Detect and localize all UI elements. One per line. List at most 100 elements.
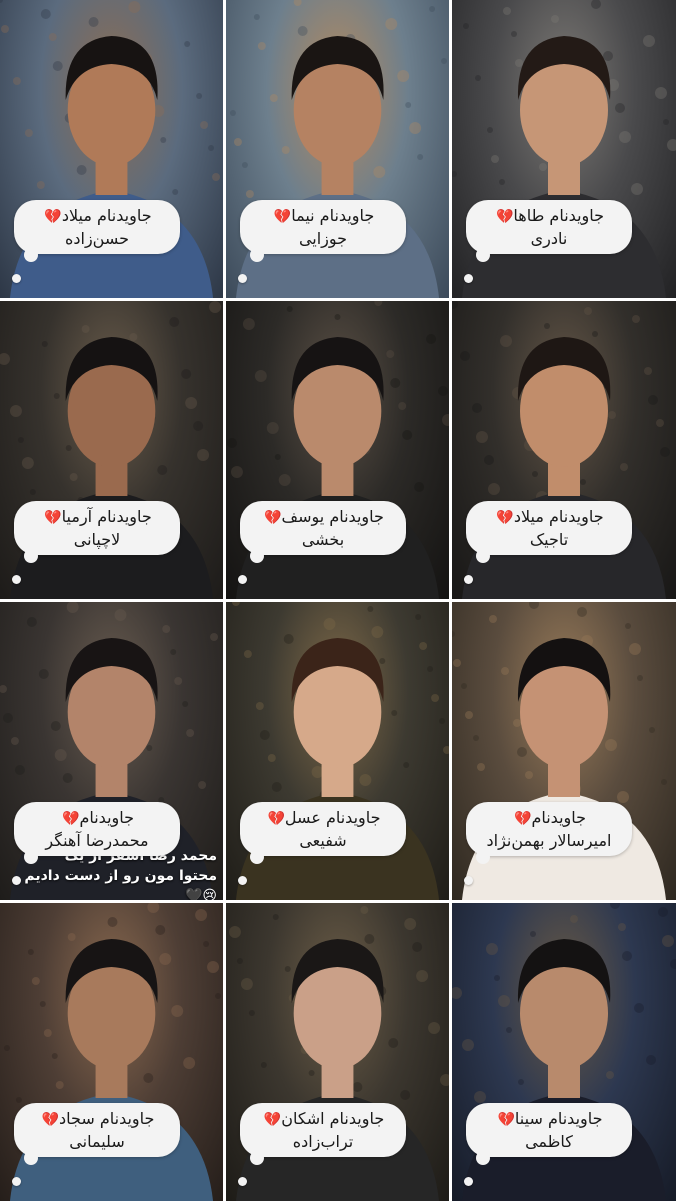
background-pattern-dot xyxy=(14,765,25,775)
background-pattern-dot xyxy=(658,907,668,917)
background-pattern-dot xyxy=(400,1090,411,1100)
background-pattern-dot xyxy=(398,402,407,410)
background-pattern-dot xyxy=(274,454,281,460)
grid-tile[interactable]: جاویدنام آرمیا💔 لاچپانی xyxy=(0,301,223,599)
background-pattern-dot xyxy=(81,325,90,333)
background-pattern-dot xyxy=(26,617,37,627)
broken-heart-icon: 💔 xyxy=(495,208,514,225)
background-pattern-dot xyxy=(391,710,398,716)
broken-heart-icon: 💔 xyxy=(44,208,62,225)
background-pattern-dot xyxy=(608,411,616,419)
background-pattern-dot xyxy=(24,129,33,137)
background-pattern-dot xyxy=(52,61,63,71)
background-pattern-dot xyxy=(610,903,620,909)
name-speech-bubble: جاویدنام یوسف💔 بخشی xyxy=(240,501,406,563)
background-pattern-dot xyxy=(240,978,253,990)
background-pattern-dot xyxy=(489,615,497,623)
bubble-line-2: محمدرضا آهنگر xyxy=(45,830,149,850)
broken-heart-icon: 💔 xyxy=(267,810,285,827)
background-pattern-dot xyxy=(462,1039,474,1051)
bubble-title: جاویدنام عسل xyxy=(284,807,381,827)
background-pattern-dot xyxy=(128,1,141,13)
background-pattern-dot xyxy=(186,729,195,737)
background-pattern-dot xyxy=(43,1029,52,1037)
background-pattern-dot xyxy=(388,1038,399,1048)
background-pattern-dot xyxy=(374,301,383,306)
background-pattern-dot xyxy=(577,607,587,617)
grid-tile[interactable]: جاویدنام طاها💔 نادری xyxy=(452,0,676,298)
background-pattern-dot xyxy=(452,301,458,309)
background-pattern-dot xyxy=(207,961,220,973)
bubble-tail-dot xyxy=(12,575,21,584)
name-speech-bubble: جاویدنام نیما💔 جوزایی xyxy=(240,200,406,262)
background-pattern-dot xyxy=(323,618,336,630)
background-pattern-dot xyxy=(646,1055,656,1065)
bubble-title: جاویدنام xyxy=(79,807,135,827)
background-pattern-dot xyxy=(114,609,127,621)
background-pattern-dot xyxy=(452,631,455,637)
grid-tile[interactable]: جاویدنام میلاد💔 حسن‌زاده xyxy=(0,0,223,298)
background-pattern-dot xyxy=(529,602,539,609)
background-pattern-dot xyxy=(55,1081,64,1089)
grid-tile[interactable]: جاویدنام اشکان💔 تراب‌زاده xyxy=(226,903,449,1201)
broken-heart-icon: 💔 xyxy=(514,810,532,827)
background-pattern-dot xyxy=(215,993,222,999)
background-pattern-dot xyxy=(517,747,527,757)
background-pattern-dot xyxy=(12,77,21,85)
grid-tile[interactable]: جاویدنام سجاد💔 سلیمانی xyxy=(0,903,223,1201)
background-pattern-dot xyxy=(143,1073,154,1083)
grid-tile[interactable]: جاویدنام💔 امیرسالار بهمن‌نژاد xyxy=(452,602,676,900)
background-pattern-dot xyxy=(663,119,669,125)
background-pattern-dot xyxy=(21,457,34,469)
bubble-title: جاویدنام میلاد xyxy=(61,205,152,225)
background-pattern-dot xyxy=(229,110,236,116)
background-pattern-dot xyxy=(452,171,457,177)
background-pattern-dot xyxy=(501,667,509,675)
bubble-line-1: جاویدنام میلاد💔 xyxy=(42,205,151,228)
background-pattern-dot xyxy=(539,163,547,171)
overlay-caption-line: محتوا مون رو از دست دادیم 😢🖤 xyxy=(24,868,217,900)
grid-tile[interactable]: جاویدنام یوسف💔 بخشی xyxy=(226,301,449,599)
background-pattern-dot xyxy=(530,931,536,937)
background-pattern-dot xyxy=(226,438,237,448)
bubble-line-2: شفیعی xyxy=(299,830,347,850)
background-pattern-dot xyxy=(494,975,500,981)
background-pattern-dot xyxy=(500,335,512,347)
background-pattern-dot xyxy=(670,959,676,969)
bubble-line-2: نادری xyxy=(530,228,568,248)
grid-tile[interactable]: جاویدنام عسل💔 شفیعی xyxy=(226,602,449,900)
grid-tile[interactable]: جاویدنام میلاد💔 تاجیک xyxy=(452,301,676,599)
bubble-line-2: امیرسالار بهمن‌نژاد xyxy=(486,830,612,850)
background-pattern-dot xyxy=(39,1001,46,1007)
background-pattern-dot xyxy=(0,353,10,365)
background-pattern-dot xyxy=(440,1074,449,1086)
bubble-tail-dot xyxy=(464,575,473,584)
background-pattern-dot xyxy=(241,162,248,168)
background-pattern-dot xyxy=(260,1062,267,1068)
background-pattern-dot xyxy=(283,634,294,644)
profile-grid: جاویدنام میلاد💔 حسن‌زاده جاویدنام نیما💔 جوز… xyxy=(0,0,676,1201)
background-pattern-dot xyxy=(615,103,625,113)
broken-heart-icon: 💔 xyxy=(497,1111,515,1128)
background-pattern-dot xyxy=(184,41,191,47)
grid-tile[interactable]: جاویدنام نیما💔 جوزایی xyxy=(226,0,449,298)
background-pattern-dot xyxy=(193,421,204,431)
grid-tile[interactable]: محمد رضا اسفر از یک محتوا مون رو از دست د… xyxy=(0,602,223,900)
bubble-line-1: جاویدنام میلاد💔 xyxy=(494,506,603,529)
background-pattern-dot xyxy=(619,131,631,143)
background-pattern-dot xyxy=(88,17,99,27)
background-pattern-dot xyxy=(257,42,266,50)
background-pattern-dot xyxy=(228,926,241,938)
name-speech-bubble: جاویدنام میلاد💔 حسن‌زاده xyxy=(14,200,180,262)
background-pattern-dot xyxy=(233,138,242,146)
bubble-line-1: جاویدنام اشکان💔 xyxy=(262,1108,384,1131)
background-pattern-dot xyxy=(297,26,308,36)
grid-tile[interactable]: جاویدنام سینا💔 کاظمی xyxy=(452,903,676,1201)
background-pattern-dot xyxy=(231,602,240,606)
background-pattern-dot xyxy=(62,773,73,783)
background-pattern-dot xyxy=(498,995,510,1007)
background-pattern-dot xyxy=(441,58,448,64)
background-pattern-dot xyxy=(606,1071,614,1079)
background-pattern-dot xyxy=(617,791,629,803)
background-pattern-dot xyxy=(465,711,473,719)
